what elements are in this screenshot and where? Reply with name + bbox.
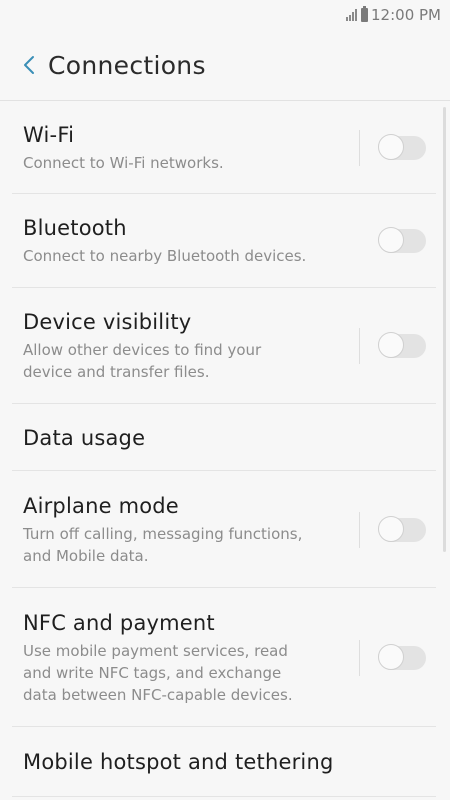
item-desc: Connect to nearby Bluetooth devices. (23, 245, 349, 267)
item-title: Device visibility (23, 310, 192, 334)
airplane-mode-toggle[interactable] (378, 515, 426, 542)
item-text: Mobile hotspot and tethering (23, 749, 436, 775)
item-text: Bluetooth Connect to nearby Bluetooth de… (23, 215, 349, 267)
device-visibility-toggle[interactable] (378, 332, 426, 358)
settings-list: Wi-Fi Connect to Wi-Fi networks. Bluetoo… (0, 101, 450, 797)
item-text: Wi-Fi Connect to Wi-Fi networks. (23, 122, 349, 174)
divider (359, 223, 360, 259)
toggle-knob (378, 515, 404, 542)
toggle-knob (378, 643, 404, 670)
item-desc: Connect to Wi-Fi networks. (23, 152, 349, 174)
page-title: Connections (48, 50, 206, 80)
battery-icon (361, 6, 369, 22)
divider (359, 129, 360, 166)
setting-wifi[interactable]: Wi-Fi Connect to Wi-Fi networks. (0, 101, 450, 194)
item-desc: Use mobile payment services, read and wr… (23, 640, 349, 706)
item-title: NFC and payment (23, 610, 215, 635)
setting-bluetooth[interactable]: Bluetooth Connect to nearby Bluetooth de… (0, 194, 450, 288)
item-desc-line: device and transfer files. (23, 363, 210, 381)
wifi-toggle[interactable] (378, 133, 426, 160)
toggle-knob (378, 332, 404, 358)
item-title: Airplane mode (23, 493, 179, 518)
item-title: Mobile hotspot and tethering (23, 750, 334, 774)
setting-device-visibility[interactable]: Device visibility Allow other devices to… (0, 288, 450, 404)
item-desc-line: Connect to Wi-Fi networks. (23, 153, 224, 172)
setting-data-usage[interactable]: Data usage (0, 404, 450, 471)
item-text: Device visibility Allow other devices to… (23, 309, 349, 383)
item-text: Airplane mode Turn off calling, messagin… (23, 493, 349, 567)
status-bar: 12:00 PM (0, 0, 450, 30)
item-text: Data usage (23, 425, 436, 451)
signal-icon (346, 9, 358, 21)
setting-mobile-hotspot[interactable]: Mobile hotspot and tethering (0, 727, 450, 797)
item-desc-line: Use mobile payment services, read (23, 641, 288, 660)
divider (359, 328, 360, 364)
item-desc: Turn off calling, messaging functions, a… (23, 523, 349, 567)
item-desc-line: and write NFC tags, and exchange (23, 663, 282, 682)
setting-airplane-mode[interactable]: Airplane mode Turn off calling, messagin… (0, 471, 450, 588)
item-desc-line: Connect to nearby Bluetooth devices. (23, 247, 307, 265)
item-title: Wi-Fi (23, 122, 75, 147)
divider (359, 639, 360, 676)
item-text: NFC and payment Use mobile payment servi… (23, 610, 349, 706)
setting-nfc-payment[interactable]: NFC and payment Use mobile payment servi… (0, 588, 450, 727)
divider (359, 511, 360, 548)
item-desc-line: data between NFC-capable devices. (23, 685, 293, 704)
item-desc-line: and Mobile data. (23, 546, 149, 565)
header: Connections (0, 30, 450, 101)
toggle-knob (378, 227, 404, 253)
toggle-knob (378, 133, 404, 160)
bluetooth-toggle[interactable] (378, 227, 426, 253)
status-time: 12:00 PM (371, 6, 441, 24)
nfc-payment-toggle[interactable] (378, 643, 426, 670)
item-desc: Allow other devices to find your device … (23, 339, 349, 383)
screen: 12:00 PM Connections Wi-Fi Connect to Wi… (0, 0, 450, 800)
item-title: Bluetooth (23, 216, 127, 240)
item-desc-line: Allow other devices to find your (23, 341, 262, 359)
item-desc-line: Turn off calling, messaging functions, (23, 524, 303, 543)
chevron-left-icon[interactable] (18, 53, 40, 77)
item-title: Data usage (23, 425, 146, 450)
